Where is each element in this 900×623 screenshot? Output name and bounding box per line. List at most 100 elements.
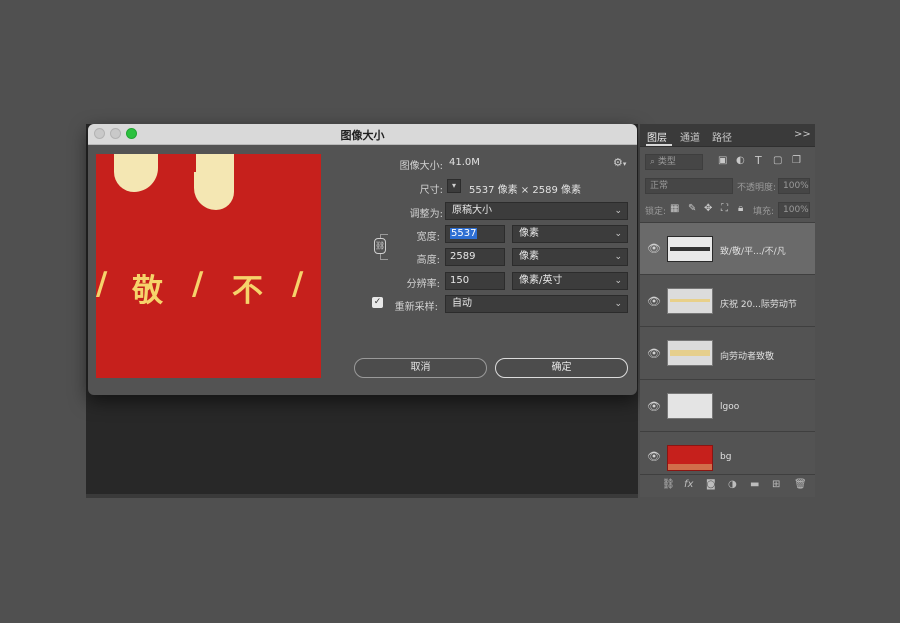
- image-size-value: 41.0M: [449, 157, 480, 168]
- lock-all-icon[interactable]: 🔒︎: [738, 203, 743, 214]
- image-preview[interactable]: / 敬 / 不 /: [96, 154, 321, 378]
- height-label: 高度:: [416, 255, 440, 266]
- filter-shape-icon[interactable]: ▢: [773, 155, 782, 166]
- gear-icon[interactable]: ⚙▾: [613, 156, 626, 169]
- blend-mode-value: 正常: [650, 181, 669, 191]
- width-label: 宽度:: [416, 232, 440, 243]
- filter-adjustment-icon[interactable]: ◐: [736, 155, 745, 166]
- width-unit-select[interactable]: 像素 ⌄: [512, 225, 628, 243]
- layer-row[interactable]: 👁︎ 向劳动者致敬: [640, 326, 815, 378]
- delete-layer-icon[interactable]: 🗑︎: [794, 479, 807, 490]
- new-layer-icon[interactable]: ⊞: [772, 479, 780, 490]
- image-size-dialog: 图像大小 / 敬 / 不 / 图像大小: 41.0M ⚙▾ 尺寸: ▾ 5537…: [88, 124, 637, 395]
- layer-filter-value: 类型: [657, 157, 676, 167]
- layer-row[interactable]: 👁︎ lgoo: [640, 379, 815, 431]
- layer-name[interactable]: bg: [720, 452, 731, 462]
- width-unit-value: 像素: [519, 228, 539, 239]
- add-mask-icon[interactable]: ◙: [706, 479, 716, 490]
- tab-layers[interactable]: 图层: [647, 129, 667, 144]
- layers-panel-footer: ⛓ fx ◙ ◑ ▬ ⊞ 🗑︎: [640, 474, 815, 497]
- fit-to-value: 原稿大小: [452, 205, 492, 216]
- chevron-down-icon: ⌄: [614, 229, 622, 239]
- new-group-icon[interactable]: ▬: [750, 479, 759, 490]
- fill-label: 填充:: [753, 207, 775, 217]
- opacity-value: 100%: [783, 181, 809, 191]
- link-layers-icon[interactable]: ⛓: [662, 479, 675, 490]
- ok-button[interactable]: 确定: [495, 358, 628, 378]
- dimensions-unit-dropdown[interactable]: ▾: [447, 179, 461, 193]
- image-size-label: 图像大小:: [399, 161, 443, 172]
- preview-text: /: [96, 266, 108, 302]
- search-icon: ⌕: [650, 157, 656, 167]
- dialog-titlebar: 图像大小: [88, 124, 637, 145]
- fit-to-select[interactable]: 原稿大小 ⌄: [445, 202, 628, 220]
- filter-type-icon[interactable]: T: [755, 154, 762, 167]
- cancel-button[interactable]: 取消: [354, 358, 487, 378]
- tab-channels[interactable]: 通道: [680, 129, 700, 144]
- layer-filter-select[interactable]: ⌕ 类型: [645, 154, 703, 170]
- preview-text: /: [192, 266, 204, 302]
- preview-shape: [194, 154, 234, 210]
- width-input[interactable]: 5537: [445, 225, 505, 243]
- height-unit-value: 像素: [519, 251, 539, 262]
- layer-thumbnail: [667, 288, 713, 314]
- tab-paths[interactable]: 路径: [712, 129, 732, 144]
- layer-row[interactable]: 👁︎ 致/敬/平.../不/凡: [640, 222, 815, 274]
- resolution-input[interactable]: 150: [445, 272, 505, 290]
- adjustment-layer-icon[interactable]: ◑: [728, 479, 737, 490]
- lock-transparent-icon[interactable]: ▦: [670, 203, 679, 214]
- resample-select[interactable]: 自动 ⌄: [445, 295, 628, 313]
- resolution-unit-select[interactable]: 像素/英寸 ⌄: [512, 272, 628, 290]
- visibility-eye-icon[interactable]: 👁︎: [647, 450, 661, 463]
- layer-style-icon[interactable]: fx: [684, 479, 693, 490]
- visibility-eye-icon[interactable]: 👁︎: [647, 295, 661, 308]
- dimensions-label: 尺寸:: [419, 185, 443, 196]
- thumbnail-content: [668, 464, 712, 470]
- layer-name[interactable]: lgoo: [720, 402, 739, 412]
- resample-label: 重新采样:: [394, 302, 438, 313]
- lock-move-icon[interactable]: ✥: [704, 203, 712, 214]
- fill-value: 100%: [783, 205, 809, 215]
- resolution-unit-value: 像素/英寸: [519, 275, 563, 286]
- layer-thumbnail: [667, 445, 713, 471]
- chevron-down-icon: ⌄: [614, 299, 622, 309]
- visibility-eye-icon[interactable]: 👁︎: [647, 242, 661, 255]
- lock-brush-icon[interactable]: ✎: [688, 203, 696, 214]
- layer-thumbnail: [667, 236, 713, 262]
- preview-shape: [166, 154, 196, 172]
- width-value: 5537: [450, 228, 478, 239]
- preview-text: 不: [232, 273, 263, 309]
- filter-smart-object-icon[interactable]: ❐: [792, 155, 801, 166]
- lock-artboard-icon[interactable]: ⛶: [721, 203, 728, 214]
- chevron-down-icon: ⌄: [614, 276, 622, 286]
- opacity-input[interactable]: 100%: [778, 178, 810, 194]
- layer-row[interactable]: 👁︎ bg: [640, 431, 815, 474]
- layer-name[interactable]: 庆祝 20...际劳动节: [720, 297, 797, 310]
- height-unit-select[interactable]: 像素 ⌄: [512, 248, 628, 266]
- layer-name[interactable]: 致/敬/平.../不/凡: [720, 244, 786, 257]
- panel-more-button[interactable]: >>: [794, 129, 811, 140]
- filter-pixel-icon[interactable]: ▣: [718, 155, 727, 166]
- lock-label: 锁定:: [645, 207, 667, 217]
- layer-thumbnail: [667, 393, 713, 419]
- visibility-eye-icon[interactable]: 👁︎: [647, 400, 661, 413]
- height-input[interactable]: 2589: [445, 248, 505, 266]
- blend-mode-select[interactable]: 正常: [645, 178, 733, 194]
- preview-text: 敬: [132, 273, 163, 309]
- panel-tab-bar: 图层 通道 路径 >>: [640, 124, 815, 147]
- visibility-eye-icon[interactable]: 👁︎: [647, 347, 661, 360]
- layer-name[interactable]: 向劳动者致敬: [720, 349, 774, 362]
- layer-thumbnail: [667, 340, 713, 366]
- active-tab-indicator: [646, 144, 672, 146]
- chevron-down-icon: ⌄: [614, 206, 622, 216]
- fill-input[interactable]: 100%: [778, 202, 810, 218]
- status-bar: [86, 494, 638, 498]
- preview-text: /: [292, 266, 304, 302]
- chevron-down-icon: ⌄: [614, 252, 622, 262]
- height-value: 2589: [450, 251, 476, 262]
- thumbnail-content: [670, 247, 710, 251]
- resolution-label: 分辨率:: [406, 279, 440, 290]
- layer-row[interactable]: 👁︎ 庆祝 20...际劳动节: [640, 274, 815, 326]
- preview-shape: [114, 154, 158, 192]
- resample-value: 自动: [452, 298, 472, 309]
